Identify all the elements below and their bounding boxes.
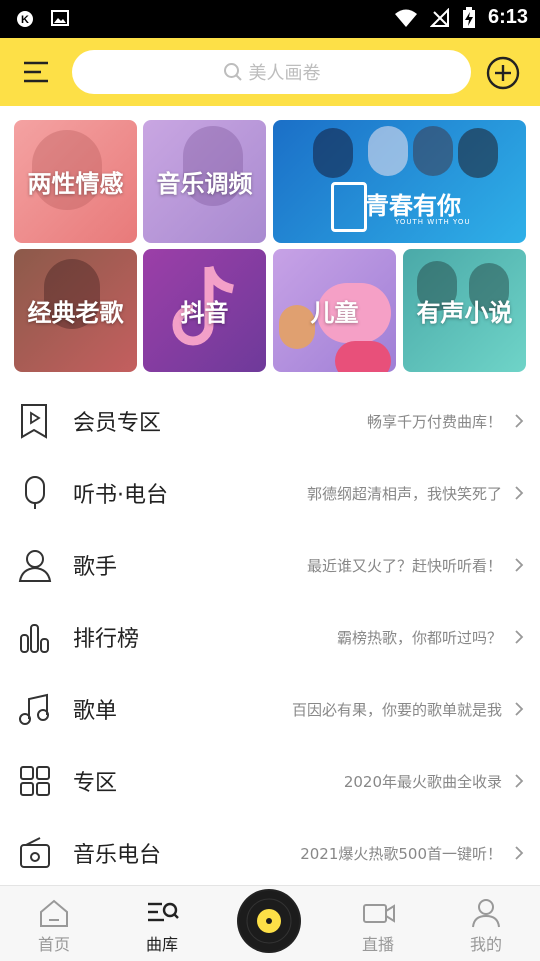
list-item-audiobook-radio[interactable]: 听书·电台 郭德纲超清相声，我快笑死了 — [0, 457, 540, 529]
tile-label: 音乐调频 — [156, 170, 253, 198]
video-camera-icon — [363, 904, 395, 923]
music-note-icon — [19, 693, 49, 725]
wifi-icon — [394, 9, 417, 27]
chevron-right-icon — [515, 414, 524, 428]
tile-label: 两性情感 — [27, 170, 124, 198]
list-item-subtitle: 郭德纲超清相声，我快笑死了 — [306, 484, 502, 503]
user-icon — [472, 899, 500, 928]
list-item-subtitle: 2020年最火歌曲全收录 — [343, 772, 502, 791]
battery-charging-icon — [462, 6, 475, 28]
library-search-icon — [148, 902, 179, 922]
list-item-subtitle: 2021爆火热歌500首一键听！ — [300, 844, 502, 863]
nav-home[interactable]: 首页 — [4, 886, 104, 961]
status-time: 6:13 — [487, 6, 528, 28]
list-item-music-radio[interactable]: 音乐电台 2021爆火热歌500首一键听！ — [0, 817, 540, 889]
nav-library[interactable]: 曲库 — [112, 886, 212, 961]
image-notification-icon — [51, 10, 69, 26]
search-input[interactable]: 美人画卷 — [72, 50, 471, 94]
banner-logo-text: 青春有你 — [365, 192, 461, 220]
nav-label: 曲库 — [145, 935, 178, 954]
tile-gender-emotion[interactable]: 两性情感 — [14, 120, 137, 243]
person-icon — [18, 550, 52, 582]
list-item-subtitle: 最近谁又火了？赶快听听看！ — [306, 556, 502, 575]
tile-label: 有声小说 — [416, 299, 513, 327]
list-item-playlists[interactable]: 歌单 百因必有果，你要的歌单就是我 — [0, 673, 540, 745]
nav-mine[interactable]: 我的 — [436, 886, 536, 961]
vinyl-disc-icon — [239, 891, 299, 951]
list-item-title: 排行榜 — [73, 627, 140, 652]
menu-icon[interactable] — [16, 52, 56, 92]
list-item-title: 专区 — [73, 771, 118, 796]
radio-icon — [20, 837, 50, 868]
tile-douyin[interactable]: 抖音 — [143, 249, 266, 372]
list-item-title: 音乐电台 — [73, 843, 162, 868]
search-placeholder: 美人画卷 — [248, 63, 321, 84]
app-notification-icon: K — [17, 11, 33, 27]
tile-music-fm[interactable]: 音乐调频 — [143, 120, 266, 243]
search-icon — [223, 63, 242, 81]
chevron-right-icon — [515, 774, 524, 788]
list-item-singers[interactable]: 歌手 最近谁又火了？赶快听听看！ — [0, 529, 540, 601]
bookmark-play-icon — [21, 404, 47, 439]
no-signal-icon — [429, 7, 449, 27]
nav-label: 直播 — [361, 935, 394, 954]
grid-icon — [20, 766, 50, 796]
banner-sub-text: YOUTH WITH YOU — [395, 218, 471, 226]
nav-live[interactable]: 直播 — [328, 886, 428, 961]
tile-youth-with-you-banner[interactable]: 青春有你 YOUTH WITH YOU — [273, 120, 526, 243]
svg-text:K: K — [21, 14, 29, 26]
chevron-right-icon — [515, 846, 524, 860]
tile-classic-songs[interactable]: 经典老歌 — [14, 249, 137, 372]
top-bar: 美人画卷 — [0, 38, 540, 106]
list-item-title: 歌手 — [73, 555, 118, 580]
chevron-right-icon — [515, 702, 524, 716]
list-item-title: 听书·电台 — [73, 483, 168, 508]
list-item-subtitle: 畅享千万付费曲库！ — [366, 412, 502, 431]
bar-chart-icon — [20, 624, 49, 653]
mini-player-button[interactable] — [237, 889, 301, 953]
chevron-right-icon — [515, 630, 524, 644]
list-item-vip[interactable]: 会员专区 畅享千万付费曲库！ — [0, 385, 540, 457]
microphone-icon — [25, 476, 45, 509]
tile-label: 儿童 — [310, 299, 359, 327]
list-item-subtitle: 百因必有果，你要的歌单就是我 — [291, 700, 502, 719]
nav-label: 首页 — [37, 935, 70, 954]
chevron-right-icon — [515, 558, 524, 572]
add-icon[interactable] — [485, 55, 521, 91]
list-item-title: 会员专区 — [73, 411, 162, 436]
list-item-zones[interactable]: 专区 2020年最火歌曲全收录 — [0, 745, 540, 817]
tile-audio-novels[interactable]: 有声小说 — [403, 249, 526, 372]
home-icon — [40, 899, 68, 927]
list-item-charts[interactable]: 排行榜 霸榜热歌，你都听过吗？ — [0, 601, 540, 673]
nav-label: 我的 — [469, 935, 502, 954]
tile-label: 经典老歌 — [27, 299, 124, 327]
chevron-right-icon — [515, 486, 524, 500]
tile-children[interactable]: 儿童 — [273, 249, 396, 372]
list-item-title: 歌单 — [73, 699, 118, 724]
status-bar: K 6:13 — [0, 0, 540, 38]
tile-label: 抖音 — [180, 299, 229, 327]
list-item-subtitle: 霸榜热歌，你都听过吗？ — [336, 628, 502, 647]
